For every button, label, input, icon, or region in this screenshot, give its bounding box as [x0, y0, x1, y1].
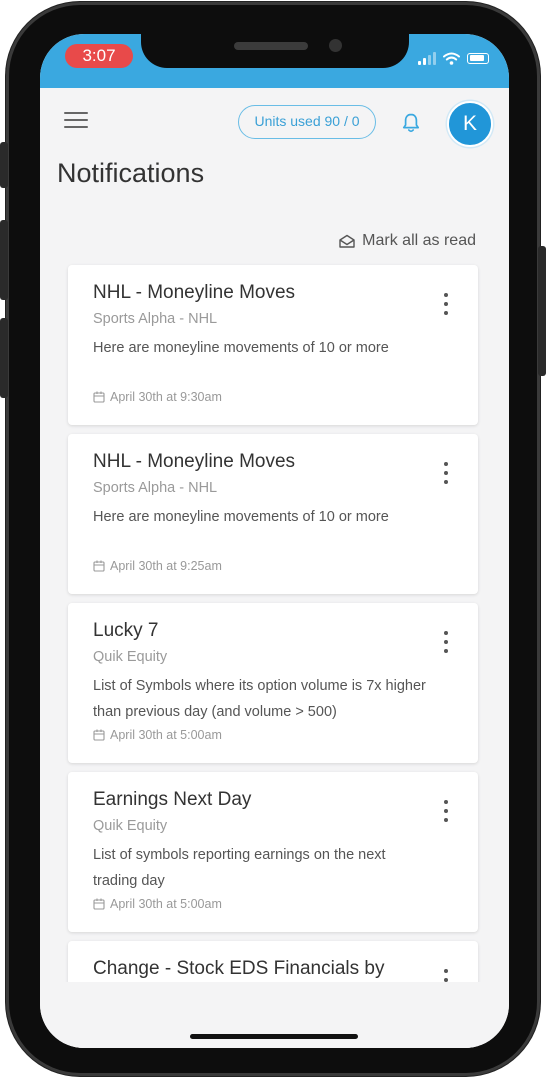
notification-card[interactable]: NHL - Moneyline Moves Sports Alpha - NHL… — [68, 265, 478, 425]
notification-date: April 30th at 9:25am — [93, 559, 222, 573]
notification-source: Quik Equity — [93, 649, 168, 665]
notification-title: Change - Stock EDS Financials by — [93, 958, 385, 979]
volume-up-button — [0, 220, 8, 300]
menu-icon[interactable] — [64, 112, 88, 130]
bell-icon[interactable] — [401, 112, 421, 134]
wifi-icon — [443, 52, 460, 65]
front-camera — [329, 39, 342, 52]
notification-date: April 30th at 5:00am — [93, 897, 222, 911]
calendar-icon — [93, 391, 105, 403]
notification-source: Sports Alpha - NHL — [93, 480, 218, 496]
notification-date-text: April 30th at 9:25am — [110, 559, 222, 573]
notification-title: NHL - Moneyline Moves — [93, 282, 296, 303]
notification-description: Here are moneyline movements of 10 or mo… — [93, 509, 389, 525]
calendar-icon — [93, 898, 105, 910]
battery-icon — [467, 52, 489, 64]
notification-description: List of symbols reporting earnings on th… — [93, 847, 386, 889]
volume-down-button — [0, 318, 8, 398]
status-icons — [418, 50, 489, 66]
notification-description: Here are moneyline movements of 10 or mo… — [93, 340, 389, 356]
notification-card[interactable]: Earnings Next Day Quik Equity List of sy… — [68, 772, 478, 932]
calendar-icon — [93, 560, 105, 572]
notch — [141, 34, 409, 68]
calendar-icon — [93, 729, 105, 741]
more-vertical-icon[interactable] — [439, 462, 453, 484]
mark-all-read-button[interactable]: Mark all as read — [339, 232, 476, 250]
signal-icon — [418, 51, 436, 65]
notification-title: NHL - Moneyline Moves — [93, 451, 296, 472]
notification-title: Lucky 7 — [93, 620, 159, 641]
notification-source: Quik Equity — [93, 818, 168, 834]
notification-title: Earnings Next Day — [93, 789, 252, 810]
envelope-open-icon — [339, 234, 355, 248]
notification-date: April 30th at 9:30am — [93, 390, 222, 404]
notification-source: Sports Alpha - NHL — [93, 311, 218, 327]
notification-date-text: April 30th at 5:00am — [110, 897, 222, 911]
notification-card[interactable]: NHL - Moneyline Moves Sports Alpha - NHL… — [68, 434, 478, 594]
more-vertical-icon[interactable] — [439, 631, 453, 653]
status-bar: 3:07 — [40, 34, 509, 88]
page-title: Notifications — [57, 158, 205, 188]
notification-card[interactable]: Lucky 7 Quik Equity List of Symbols wher… — [68, 603, 478, 763]
power-button — [538, 246, 546, 376]
app-screen: 3:07 Units used 90 / 0 K Notifications M… — [40, 34, 509, 1048]
more-vertical-icon[interactable] — [439, 800, 453, 822]
home-indicator[interactable] — [190, 1034, 358, 1039]
silent-switch — [0, 142, 8, 188]
avatar[interactable]: K — [447, 101, 493, 147]
notification-date-text: April 30th at 5:00am — [110, 728, 222, 742]
notification-date: April 30th at 5:00am — [93, 728, 222, 742]
notification-date-text: April 30th at 9:30am — [110, 390, 222, 404]
units-used-badge[interactable]: Units used 90 / 0 — [238, 105, 376, 139]
mark-all-read-label: Mark all as read — [362, 232, 476, 249]
speaker — [234, 42, 308, 50]
app-header: Units used 90 / 0 K — [40, 88, 509, 162]
status-time: 3:07 — [65, 44, 133, 68]
notification-description: List of Symbols where its option volume … — [93, 678, 426, 720]
more-vertical-icon[interactable] — [439, 293, 453, 315]
